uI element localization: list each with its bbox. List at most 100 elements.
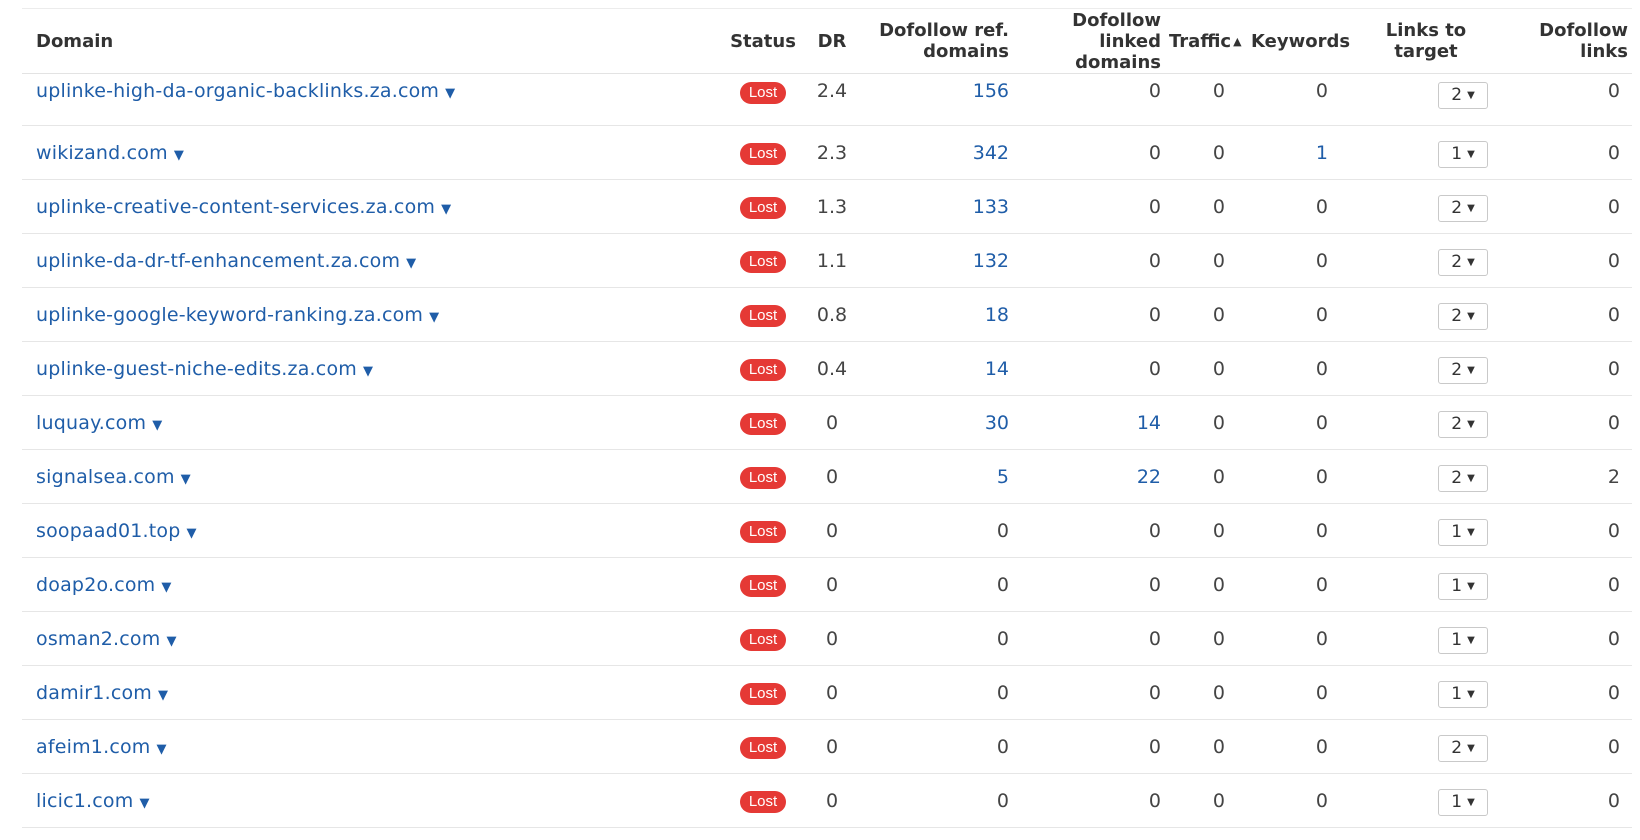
sort-ascending-icon: ▲ (1233, 34, 1242, 48)
domain-link[interactable]: licic1.com (36, 790, 133, 812)
domain-menu-caret-icon[interactable]: ▼ (157, 742, 167, 757)
cell-dofollow-links: 2 (1502, 449, 1632, 504)
domain-menu-caret-icon[interactable]: ▼ (363, 364, 373, 379)
chevron-down-icon: ▼ (1467, 635, 1475, 646)
column-header-keywords[interactable]: Keywords (1247, 8, 1350, 74)
domain-menu-caret-icon[interactable]: ▼ (406, 256, 416, 271)
links-to-target-dropdown[interactable]: 1 ▼ (1438, 141, 1488, 168)
links-to-target-dropdown[interactable]: 1 ▼ (1438, 627, 1488, 654)
domain-menu-caret-icon[interactable]: ▼ (139, 796, 149, 811)
dofollow-ref-domains-link[interactable]: 14 (985, 358, 1009, 380)
domain-menu-caret-icon[interactable]: ▼ (187, 526, 197, 541)
domain-link[interactable]: soopaad01.top (36, 520, 181, 542)
links-to-target-dropdown[interactable]: 2 ▼ (1438, 82, 1488, 109)
cell-traffic: 0 (1165, 179, 1247, 234)
links-to-target-dropdown[interactable]: 1 ▼ (1438, 573, 1488, 600)
links-to-target-value: 1 (1451, 576, 1463, 596)
domain-menu-caret-icon[interactable]: ▼ (441, 202, 451, 217)
cell-domain: uplinke-high-da-organic-backlinks.za.com… (22, 73, 722, 126)
domain-menu-caret-icon[interactable]: ▼ (445, 86, 455, 101)
dofollow-ref-domains-link[interactable]: 5 (997, 466, 1009, 488)
cell-dofollow-links: 0 (1502, 611, 1632, 666)
links-to-target-value: 2 (1451, 468, 1463, 488)
links-to-target-value: 1 (1451, 522, 1463, 542)
dofollow-ref-domains-link[interactable]: 156 (973, 80, 1009, 102)
cell-domain: osman2.com ▼ (22, 611, 722, 666)
cell-domain: uplinke-da-dr-tf-enhancement.za.com ▼ (22, 233, 722, 288)
dr-value: 2.4 (816, 80, 848, 102)
domain-link[interactable]: osman2.com (36, 628, 160, 650)
domain-link[interactable]: uplinke-google-keyword-ranking.za.com (36, 304, 423, 326)
cell-dr: 1.1 (804, 233, 860, 288)
domain-menu-caret-icon[interactable]: ▼ (181, 472, 191, 487)
column-header-dofollow-linked-domains[interactable]: Dofollow linked domains (1013, 8, 1165, 74)
column-header-dofollow-links[interactable]: Dofollow links (1502, 8, 1632, 74)
cell-dofollow-linked-domains: 0 (1013, 341, 1165, 396)
domain-menu-caret-icon[interactable]: ▼ (152, 418, 162, 433)
traffic-value: 0 (1212, 681, 1225, 704)
table-row: afeim1.com ▼ Lost 0 0 0 0 0 2 ▼ 0 (22, 719, 1632, 774)
dofollow-ref-domains-link[interactable]: 132 (973, 250, 1009, 272)
domain-menu-caret-icon[interactable]: ▼ (166, 634, 176, 649)
column-header-traffic[interactable]: Traffic ▲ (1165, 8, 1247, 74)
domain-link[interactable]: afeim1.com (36, 736, 151, 758)
dofollow-ref-domains-link[interactable]: 18 (985, 304, 1009, 326)
domain-link[interactable]: uplinke-creative-content-services.za.com (36, 196, 435, 218)
dofollow-links-value: 0 (1607, 681, 1620, 704)
column-header-status[interactable]: Status (722, 8, 804, 74)
column-header-traffic-label: Traffic (1169, 30, 1232, 52)
column-header-domain[interactable]: Domain (22, 8, 722, 74)
cell-keywords: 0 (1247, 665, 1350, 720)
domain-link[interactable]: uplinke-high-da-organic-backlinks.za.com (36, 80, 439, 102)
column-header-links-to-target[interactable]: Links to target (1350, 8, 1502, 74)
cell-traffic: 0 (1165, 73, 1247, 126)
dofollow-ref-domains-link[interactable]: 133 (973, 196, 1009, 218)
links-to-target-dropdown[interactable]: 2 ▼ (1438, 357, 1488, 384)
links-to-target-dropdown[interactable]: 1 ▼ (1438, 681, 1488, 708)
column-header-dr[interactable]: DR (804, 8, 860, 74)
domain-link[interactable]: damir1.com (36, 682, 152, 704)
cell-dofollow-linked-domains: 0 (1013, 233, 1165, 288)
cell-status: Lost (722, 503, 804, 558)
links-to-target-value: 2 (1451, 85, 1463, 105)
links-to-target-dropdown[interactable]: 1 ▼ (1438, 519, 1488, 546)
cell-links-to-target: 2 ▼ (1350, 449, 1502, 504)
cell-dofollow-ref-domains: 0 (860, 611, 1013, 666)
dofollow-linked-domains-link[interactable]: 22 (1137, 466, 1161, 488)
dofollow-links-value: 0 (1607, 411, 1620, 434)
links-to-target-dropdown[interactable]: 2 ▼ (1438, 465, 1488, 492)
dofollow-linked-domains-link[interactable]: 14 (1137, 412, 1161, 434)
traffic-value: 0 (1212, 789, 1225, 812)
links-to-target-dropdown[interactable]: 2 ▼ (1438, 735, 1488, 762)
links-to-target-dropdown[interactable]: 2 ▼ (1438, 195, 1488, 222)
traffic-value: 0 (1212, 80, 1225, 102)
keywords-value: 0 (1315, 195, 1328, 218)
table-row: uplinke-da-dr-tf-enhancement.za.com ▼ Lost… (22, 233, 1632, 288)
column-header-dofollow-ref-domains[interactable]: Dofollow ref. domains (860, 8, 1013, 74)
dr-value: 0 (825, 789, 839, 812)
dofollow-links-value: 2 (1607, 465, 1620, 488)
domain-menu-caret-icon[interactable]: ▼ (161, 580, 171, 595)
domain-menu-caret-icon[interactable]: ▼ (174, 148, 184, 163)
dr-value: 1.3 (816, 195, 848, 218)
domain-link[interactable]: uplinke-da-dr-tf-enhancement.za.com (36, 250, 400, 272)
links-to-target-dropdown[interactable]: 2 ▼ (1438, 303, 1488, 330)
domain-link[interactable]: uplinke-guest-niche-edits.za.com (36, 358, 357, 380)
keywords-link[interactable]: 1 (1316, 142, 1328, 164)
domain-link[interactable]: signalsea.com (36, 466, 175, 488)
dofollow-ref-domains-link[interactable]: 30 (985, 412, 1009, 434)
cell-traffic: 0 (1165, 341, 1247, 396)
table-row: signalsea.com ▼ Lost 0 5 22 0 0 2 ▼ 2 (22, 449, 1632, 504)
domain-link[interactable]: wikizand.com (36, 142, 168, 164)
domain-menu-caret-icon[interactable]: ▼ (429, 310, 439, 325)
dofollow-ref-domains-link[interactable]: 342 (973, 142, 1009, 164)
cell-status: Lost (722, 341, 804, 396)
links-to-target-dropdown[interactable]: 2 ▼ (1438, 411, 1488, 438)
domain-link[interactable]: luquay.com (36, 412, 146, 434)
status-badge-lost: Lost (739, 412, 787, 435)
domain-menu-caret-icon[interactable]: ▼ (158, 688, 168, 703)
domain-link[interactable]: doap2o.com (36, 574, 155, 596)
links-to-target-dropdown[interactable]: 1 ▼ (1438, 789, 1488, 816)
links-to-target-dropdown[interactable]: 2 ▼ (1438, 249, 1488, 276)
cell-dofollow-links: 0 (1502, 341, 1632, 396)
